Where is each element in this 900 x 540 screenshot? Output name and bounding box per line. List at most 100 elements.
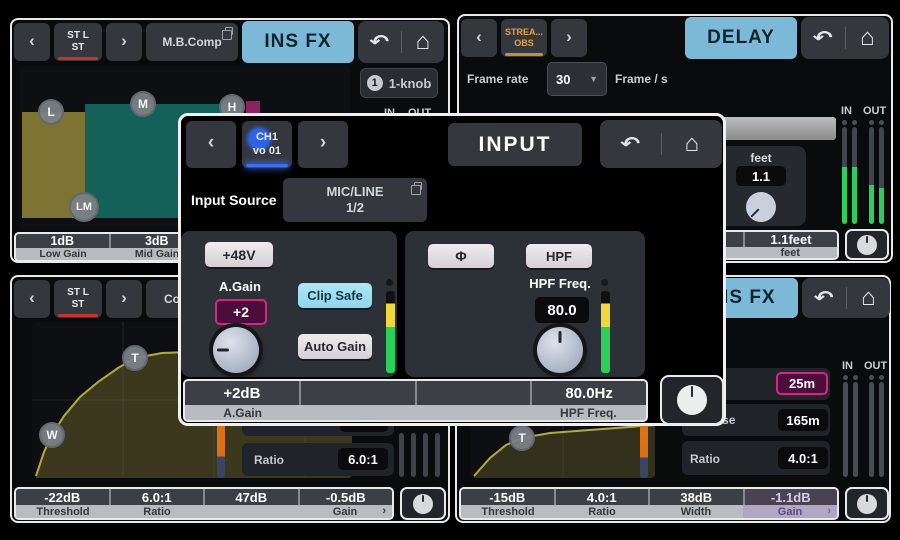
- in-label: IN: [842, 360, 853, 372]
- prev-channel-button[interactable]: ‹: [461, 19, 497, 57]
- frame-rate-unit: Frame / s: [615, 72, 668, 86]
- footer-value-2[interactable]: [301, 381, 415, 405]
- touch-knob-button[interactable]: [660, 375, 724, 425]
- footer-value-gain[interactable]: -1.1dB: [745, 489, 838, 505]
- footer-value-gain[interactable]: -0.5dB: [300, 489, 393, 505]
- input-source-label: Input Source: [191, 192, 277, 208]
- touch-knob-button[interactable]: [845, 487, 889, 520]
- marker-threshold[interactable]: T: [509, 425, 535, 451]
- hpf-level-meter: [601, 291, 610, 373]
- next-channel-button[interactable]: ›: [551, 19, 587, 57]
- channel-select-button[interactable]: ST L ST: [54, 280, 102, 318]
- again-value[interactable]: +2: [215, 299, 267, 325]
- marker-width[interactable]: W: [39, 422, 65, 448]
- footer-value-3[interactable]: [417, 381, 531, 405]
- in-meter-r: [852, 127, 857, 224]
- channel-name2: OBS: [514, 38, 534, 49]
- auto-gain-button[interactable]: Auto Gain: [298, 334, 372, 359]
- footer-value-low-gain[interactable]: 1dB: [16, 234, 109, 248]
- param-value: 6.0:1: [338, 448, 388, 470]
- peak-dot: [869, 375, 874, 380]
- prev-channel-button[interactable]: ‹: [14, 23, 50, 61]
- marker-threshold[interactable]: T: [122, 345, 148, 371]
- chevron-right-icon: ›: [827, 505, 831, 517]
- hpf-button[interactable]: HPF: [526, 244, 592, 268]
- back-icon: ‹: [476, 27, 482, 47]
- footer-label-gain: Gain›: [743, 505, 837, 518]
- feet-knob[interactable]: [740, 186, 782, 228]
- channel-select-button[interactable]: CH1 vo 01: [242, 121, 292, 168]
- input-source-button[interactable]: MIC/LINE 1/2: [283, 178, 427, 222]
- marker-mid[interactable]: M: [130, 91, 156, 117]
- next-channel-button[interactable]: ›: [106, 23, 142, 61]
- channel-color-bar: [246, 164, 288, 167]
- in-meter-l: [843, 382, 848, 477]
- frame-rate-value: 30: [556, 72, 570, 87]
- frame-rate-label: Frame rate: [467, 72, 528, 86]
- hpf-freq-knob[interactable]: [537, 327, 583, 373]
- touch-knob-button[interactable]: [845, 229, 889, 260]
- undo-icon[interactable]: ↶: [353, 21, 406, 63]
- next-channel-button[interactable]: ›: [298, 121, 348, 168]
- page-title-label: DELAY: [707, 27, 775, 49]
- footer-value-ratio[interactable]: 6.0:1: [111, 489, 204, 505]
- library-button[interactable]: M.B.Comp: [146, 23, 238, 61]
- touch-knob-button[interactable]: [400, 487, 446, 520]
- peak-dot: [843, 375, 848, 380]
- footer-value-feet[interactable]: 1.1feet: [745, 232, 837, 247]
- out-meter-l: [869, 127, 874, 224]
- page-title-label: INS FX: [264, 31, 331, 53]
- page-title: DELAY: [685, 17, 797, 59]
- input-popup: ‹ CH1 vo 01 › INPUT ↶ ⌂ Input Source MIC…: [178, 113, 726, 426]
- channel-name2: ST: [72, 299, 85, 311]
- home-icon[interactable]: ⌂: [846, 17, 890, 59]
- feet-value[interactable]: 1.1: [736, 166, 786, 186]
- in-meter-r: [853, 382, 858, 477]
- peak-dot: [386, 279, 393, 286]
- phase-button[interactable]: Φ: [428, 244, 494, 268]
- undo-icon[interactable]: ↶: [592, 120, 668, 168]
- channel-select-button[interactable]: STREA... OBS: [501, 19, 547, 57]
- home-icon[interactable]: ⌂: [847, 278, 891, 318]
- undo-icon[interactable]: ↶: [796, 17, 850, 59]
- prev-channel-button[interactable]: ‹: [14, 280, 50, 318]
- again-label: A.Gain: [205, 279, 275, 294]
- peak-dot: [879, 120, 884, 125]
- feet-label: feet: [716, 151, 806, 165]
- home-icon[interactable]: ⌂: [662, 120, 723, 168]
- footer-label-ratio: Ratio: [555, 505, 649, 518]
- footer-value-ratio[interactable]: 4.0:1: [556, 489, 649, 505]
- param-row-ratio[interactable]: Ratio 6.0:1: [242, 443, 394, 476]
- hpf-section: Φ HPF HPF Freq. 80.0: [405, 231, 645, 377]
- footer-label-threshold: Threshold: [461, 505, 555, 518]
- meter-bar: [411, 433, 416, 477]
- hpf-freq-value[interactable]: 80.0: [535, 297, 589, 323]
- frame-rate-select[interactable]: 30 ▼: [547, 62, 607, 96]
- channel-name: ST L: [67, 30, 89, 42]
- next-channel-button[interactable]: ›: [106, 280, 142, 318]
- clip-safe-button[interactable]: Clip Safe: [298, 283, 372, 308]
- out-label: OUT: [863, 105, 886, 117]
- footer-value-hpf[interactable]: 80.0Hz: [532, 381, 646, 405]
- comp-footer-bar: -15dB 4.0:1 38dB -1.1dB Threshold Ratio …: [459, 487, 839, 520]
- home-icon[interactable]: ⌂: [402, 21, 445, 63]
- footer-value-threshold[interactable]: -15dB: [461, 489, 554, 505]
- undo-icon[interactable]: ↶: [797, 278, 851, 318]
- prev-channel-button[interactable]: ‹: [186, 121, 236, 168]
- marker-low[interactable]: L: [38, 99, 64, 125]
- footer-label-hpf: HPF Freq.: [531, 405, 646, 420]
- phantom-48v-button[interactable]: +48V: [205, 242, 273, 267]
- dropdown-icon: ▼: [589, 74, 598, 84]
- footer-value-threshold[interactable]: -22dB: [16, 489, 109, 505]
- peak-dot: [601, 279, 608, 286]
- channel-select-button[interactable]: ST L ST: [54, 23, 102, 61]
- one-knob-button[interactable]: 1 1-knob: [360, 68, 438, 98]
- popup-footer-bar: +2dB 80.0Hz A.Gain HPF Freq.: [183, 379, 648, 422]
- again-knob[interactable]: [213, 327, 259, 373]
- marker-lowmid[interactable]: LM: [69, 192, 99, 222]
- param-row-ratio[interactable]: Ratio 4.0:1: [682, 441, 830, 475]
- footer-value-again[interactable]: +2dB: [185, 381, 299, 405]
- footer-value-width[interactable]: 38dB: [650, 489, 743, 505]
- footer-value-width[interactable]: 47dB: [205, 489, 298, 505]
- footer-label-width: Width: [649, 505, 743, 518]
